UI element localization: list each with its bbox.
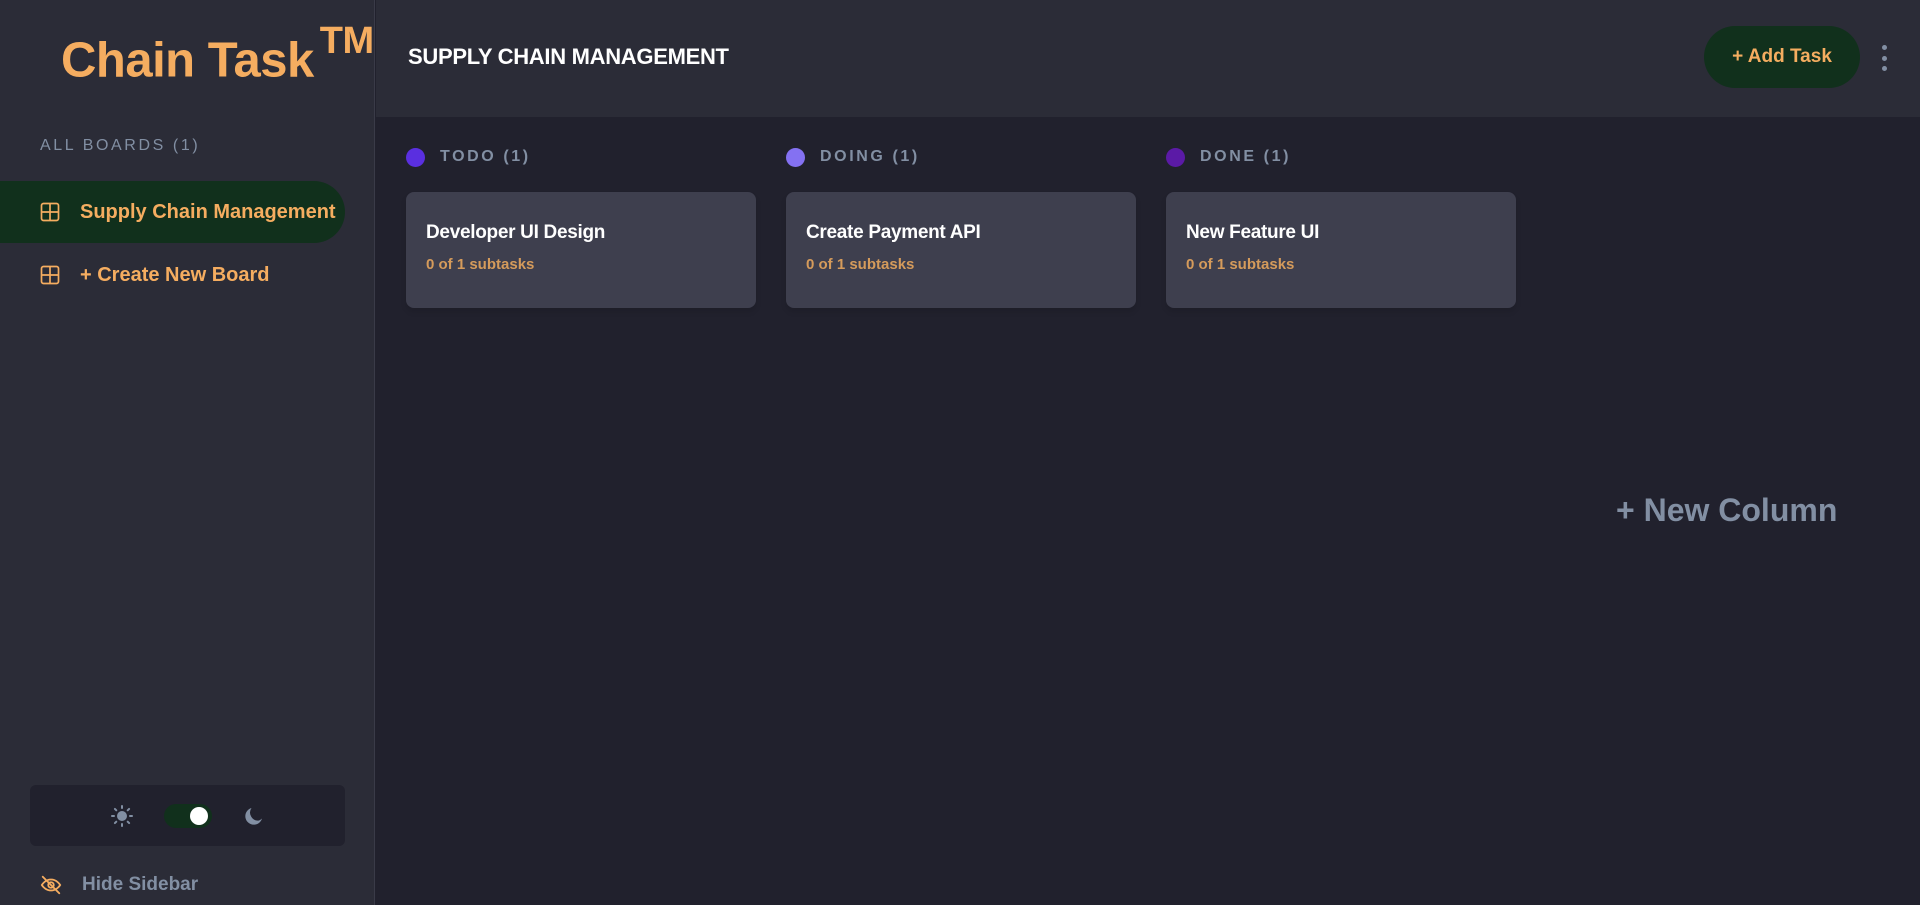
kebab-dot bbox=[1881, 55, 1887, 61]
sun-icon bbox=[110, 804, 134, 828]
create-board-label: + Create New Board bbox=[80, 263, 270, 286]
column-title: DONE (1) bbox=[1200, 148, 1292, 165]
hide-sidebar-button[interactable]: Hide Sidebar bbox=[40, 874, 198, 896]
column-dot bbox=[786, 147, 805, 167]
kebab-dot bbox=[1881, 45, 1887, 50]
column-doing: DOING (1) Create Payment API 0 of 1 subt… bbox=[786, 146, 1136, 308]
app-root: Chain Task TM ALL BOARDS (1) Supply Chain… bbox=[0, 0, 1920, 905]
sidebar-item-label: Supply Chain Management bbox=[80, 200, 336, 223]
logo-text: Chain Task bbox=[61, 33, 314, 88]
hide-sidebar-label: Hide Sidebar bbox=[82, 874, 199, 895]
new-column-button[interactable]: + New Column bbox=[1616, 492, 1837, 529]
task-subtasks: 0 of 1 subtasks bbox=[1186, 256, 1295, 273]
task-subtasks: 0 of 1 subtasks bbox=[806, 256, 915, 273]
task-card[interactable]: New Feature UI 0 of 1 subtasks bbox=[1166, 192, 1516, 308]
task-card[interactable]: Developer UI Design 0 of 1 subtasks bbox=[406, 192, 756, 308]
create-board-button[interactable]: + Create New Board bbox=[0, 244, 345, 306]
board-icon bbox=[40, 202, 60, 222]
board-icon bbox=[40, 265, 60, 285]
column-header: DOING (1) bbox=[786, 146, 1136, 168]
board-header: SUPPLY CHAIN MANAGEMENT + Add Task bbox=[376, 0, 1920, 117]
column-title: DOING (1) bbox=[820, 148, 920, 165]
page-title: SUPPLY CHAIN MANAGEMENT bbox=[408, 44, 729, 69]
app-logo: Chain Task TM bbox=[61, 20, 374, 88]
logo-trademark: TM bbox=[319, 20, 374, 62]
theme-toggle-panel bbox=[30, 785, 345, 846]
kebab-dot bbox=[1881, 66, 1887, 71]
task-subtasks: 0 of 1 subtasks bbox=[426, 256, 535, 273]
sidebar-item-supply-chain-management[interactable]: Supply Chain Management bbox=[0, 181, 345, 243]
more-options-icon[interactable] bbox=[1878, 45, 1890, 71]
boards-heading: ALL BOARDS (1) bbox=[40, 137, 201, 154]
column-todo: TODO (1) Developer UI Design 0 of 1 subt… bbox=[406, 146, 756, 308]
task-title: Create Payment API bbox=[806, 222, 981, 243]
task-title: New Feature UI bbox=[1186, 222, 1320, 243]
add-task-button[interactable]: + Add Task bbox=[1704, 26, 1860, 88]
sidebar: Chain Task TM ALL BOARDS (1) Supply Chain… bbox=[0, 0, 375, 905]
column-title: TODO (1) bbox=[440, 148, 531, 165]
column-dot bbox=[1166, 147, 1185, 167]
task-title: Developer UI Design bbox=[426, 222, 606, 243]
theme-switch[interactable] bbox=[163, 803, 212, 828]
moon-icon bbox=[242, 804, 266, 828]
task-card[interactable]: Create Payment API 0 of 1 subtasks bbox=[786, 192, 1136, 308]
eye-slash-icon bbox=[40, 874, 62, 896]
column-header: TODO (1) bbox=[406, 146, 756, 168]
column-header: DONE (1) bbox=[1166, 146, 1516, 168]
column-done: DONE (1) New Feature UI 0 of 1 subtasks bbox=[1166, 146, 1516, 308]
theme-switch-knob bbox=[189, 806, 208, 825]
column-dot bbox=[406, 147, 425, 167]
